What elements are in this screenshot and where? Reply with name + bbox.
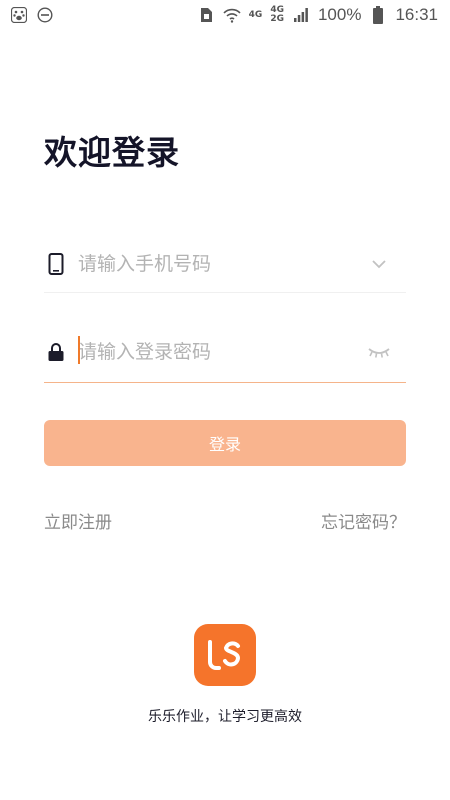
- network-label: 4G: [248, 9, 263, 20]
- phone-input[interactable]: [78, 246, 364, 282]
- network-type-secondary: 4G 2G: [270, 6, 284, 24]
- battery-percent: 100%: [317, 5, 362, 24]
- app-slogan: 乐乐作业，让学习更高效: [148, 709, 302, 725]
- password-field[interactable]: [44, 322, 406, 383]
- signal-icon: [292, 6, 310, 24]
- eye-closed-icon[interactable]: [364, 337, 394, 367]
- app-logo: [194, 624, 256, 686]
- wifi-icon: [223, 6, 241, 24]
- do-not-disturb-icon: [36, 6, 54, 24]
- status-bar-left: [10, 6, 54, 24]
- forgot-password-link[interactable]: 忘记密码？: [321, 508, 406, 533]
- text-cursor: [78, 336, 80, 364]
- sim-icon: [197, 6, 215, 24]
- battery-icon: [369, 6, 387, 24]
- baidu-paw-icon: [10, 6, 28, 24]
- login-button[interactable]: 登录: [44, 420, 406, 466]
- network-label-bottom: 2G: [270, 14, 284, 24]
- status-bar: 4G 4G 2G 100% 16:31: [0, 0, 450, 30]
- clock: 16:31: [395, 5, 438, 24]
- network-type-primary: 4G: [248, 9, 263, 20]
- password-input[interactable]: [78, 334, 364, 370]
- page-title: 欢迎登录: [44, 133, 180, 172]
- chevron-down-icon[interactable]: [364, 249, 394, 279]
- status-bar-right: 4G 4G 2G 100% 16:31: [197, 5, 438, 25]
- phone-icon: [44, 252, 68, 276]
- phone-field[interactable]: [44, 236, 406, 293]
- lock-icon: [44, 340, 68, 364]
- register-link[interactable]: 立即注册: [44, 508, 112, 533]
